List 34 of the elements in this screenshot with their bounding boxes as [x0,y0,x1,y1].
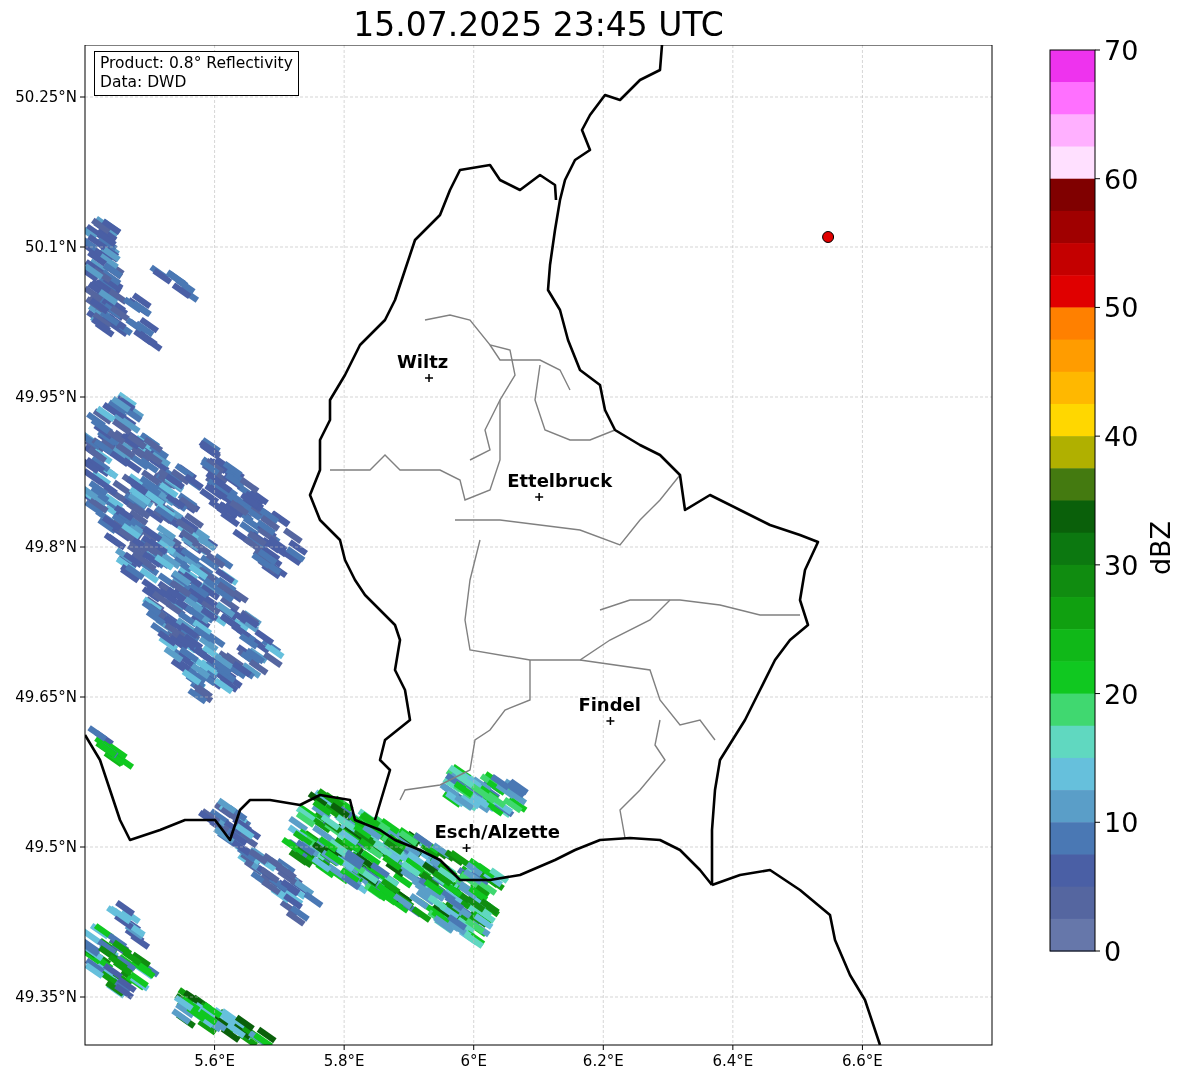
city-label: Findel [578,694,641,715]
colorbar-tick-label: 10 [1104,807,1139,839]
y-tick-label: 49.65°N [15,688,77,706]
x-tick-label: 6.2°E [582,1052,624,1070]
city-label: Esch/Alzette [434,821,560,842]
city-marker [424,373,434,383]
y-tick-label: 50.1°N [24,238,77,256]
x-tick-label: 6°E [460,1052,487,1070]
city-marker [605,716,616,726]
colorbar-tick-label: 50 [1104,292,1139,324]
x-tick-label: 5.6°E [194,1052,235,1070]
chart-title: 15.07.2025 23:45 UTC [352,4,725,45]
colorbar-tick-label: 20 [1104,678,1139,710]
colorbar-tick-label: 60 [1104,163,1139,195]
x-tick-label: 6.4°E [712,1052,754,1070]
info-text: Product: 0.8° Reflectivity [100,54,293,73]
city-label: Wiltz [397,351,449,372]
colorbar-tick-label: 70 [1104,35,1139,66]
point-marker [822,231,835,243]
city-label: Ettelbruck [507,470,613,491]
city-marker [534,492,544,502]
city-marker [461,843,472,853]
y-tick-label: 49.35°N [15,988,77,1006]
y-tick-label: 50.25°N [15,88,77,106]
x-tick-label: 5.8°E [323,1052,365,1070]
y-tick-label: 49.5°N [24,838,77,856]
y-tick-label: 49.8°N [24,538,77,556]
colorbar-label: dBZ [1145,520,1176,576]
info-text: Data: DWD [100,73,188,92]
y-tick-label: 49.95°N [15,388,77,406]
colorbar-tick-label: 30 [1104,549,1139,581]
x-tick-label: 6.6°E [842,1052,883,1070]
colorbar-tick-label: 0 [1104,936,1122,967]
colorbar-tick-label: 40 [1104,421,1139,453]
